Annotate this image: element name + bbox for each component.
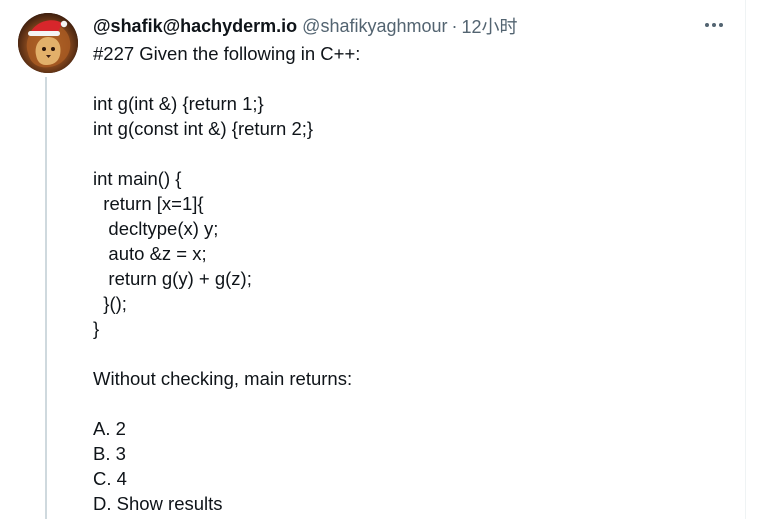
post-line: int g(int &) {return 1;}: [93, 93, 264, 114]
post-line: [93, 141, 723, 166]
post-line: return [x=1]{: [93, 193, 204, 214]
post-text: #227 Given the following in C++: int g(i…: [93, 41, 723, 516]
post-line: Without checking, main returns:: [93, 368, 353, 389]
author-display-name[interactable]: @shafik@hachyderm.io: [93, 16, 297, 37]
poll-option-b: B. 3: [93, 443, 126, 464]
poll-option-c: C. 4: [93, 468, 127, 489]
post-line: int g(const int &) {return 2;}: [93, 118, 314, 139]
post-line: [93, 66, 723, 91]
author-handle[interactable]: @shafikyaghmour: [302, 16, 447, 37]
post-header: @shafik@hachyderm.io @shafikyaghmour · 1…: [93, 14, 518, 38]
poll-option-d: D. Show results: [93, 493, 223, 514]
thread-line: [45, 77, 47, 519]
post-line: [93, 391, 723, 416]
post-line: }: [93, 318, 100, 339]
post-line: [93, 341, 723, 366]
post-line: #227 Given the following in C++:: [93, 43, 361, 64]
column-divider: [745, 0, 746, 519]
post-line: return g(y) + g(z);: [93, 268, 252, 289]
avatar[interactable]: [18, 13, 78, 73]
post-line: auto &z = x;: [93, 243, 207, 264]
post-line: int main() {: [93, 168, 182, 189]
post-timestamp[interactable]: 12小时: [462, 13, 518, 39]
avatar-lion-santa-hat-icon: [18, 13, 78, 73]
header-separator: ·: [451, 15, 458, 36]
poll-option-a: A. 2: [93, 418, 126, 439]
more-options-button[interactable]: [699, 13, 729, 37]
post-line: }();: [93, 293, 127, 314]
post-line: decltype(x) y;: [93, 218, 219, 239]
more-horizontal-icon: [705, 23, 723, 27]
